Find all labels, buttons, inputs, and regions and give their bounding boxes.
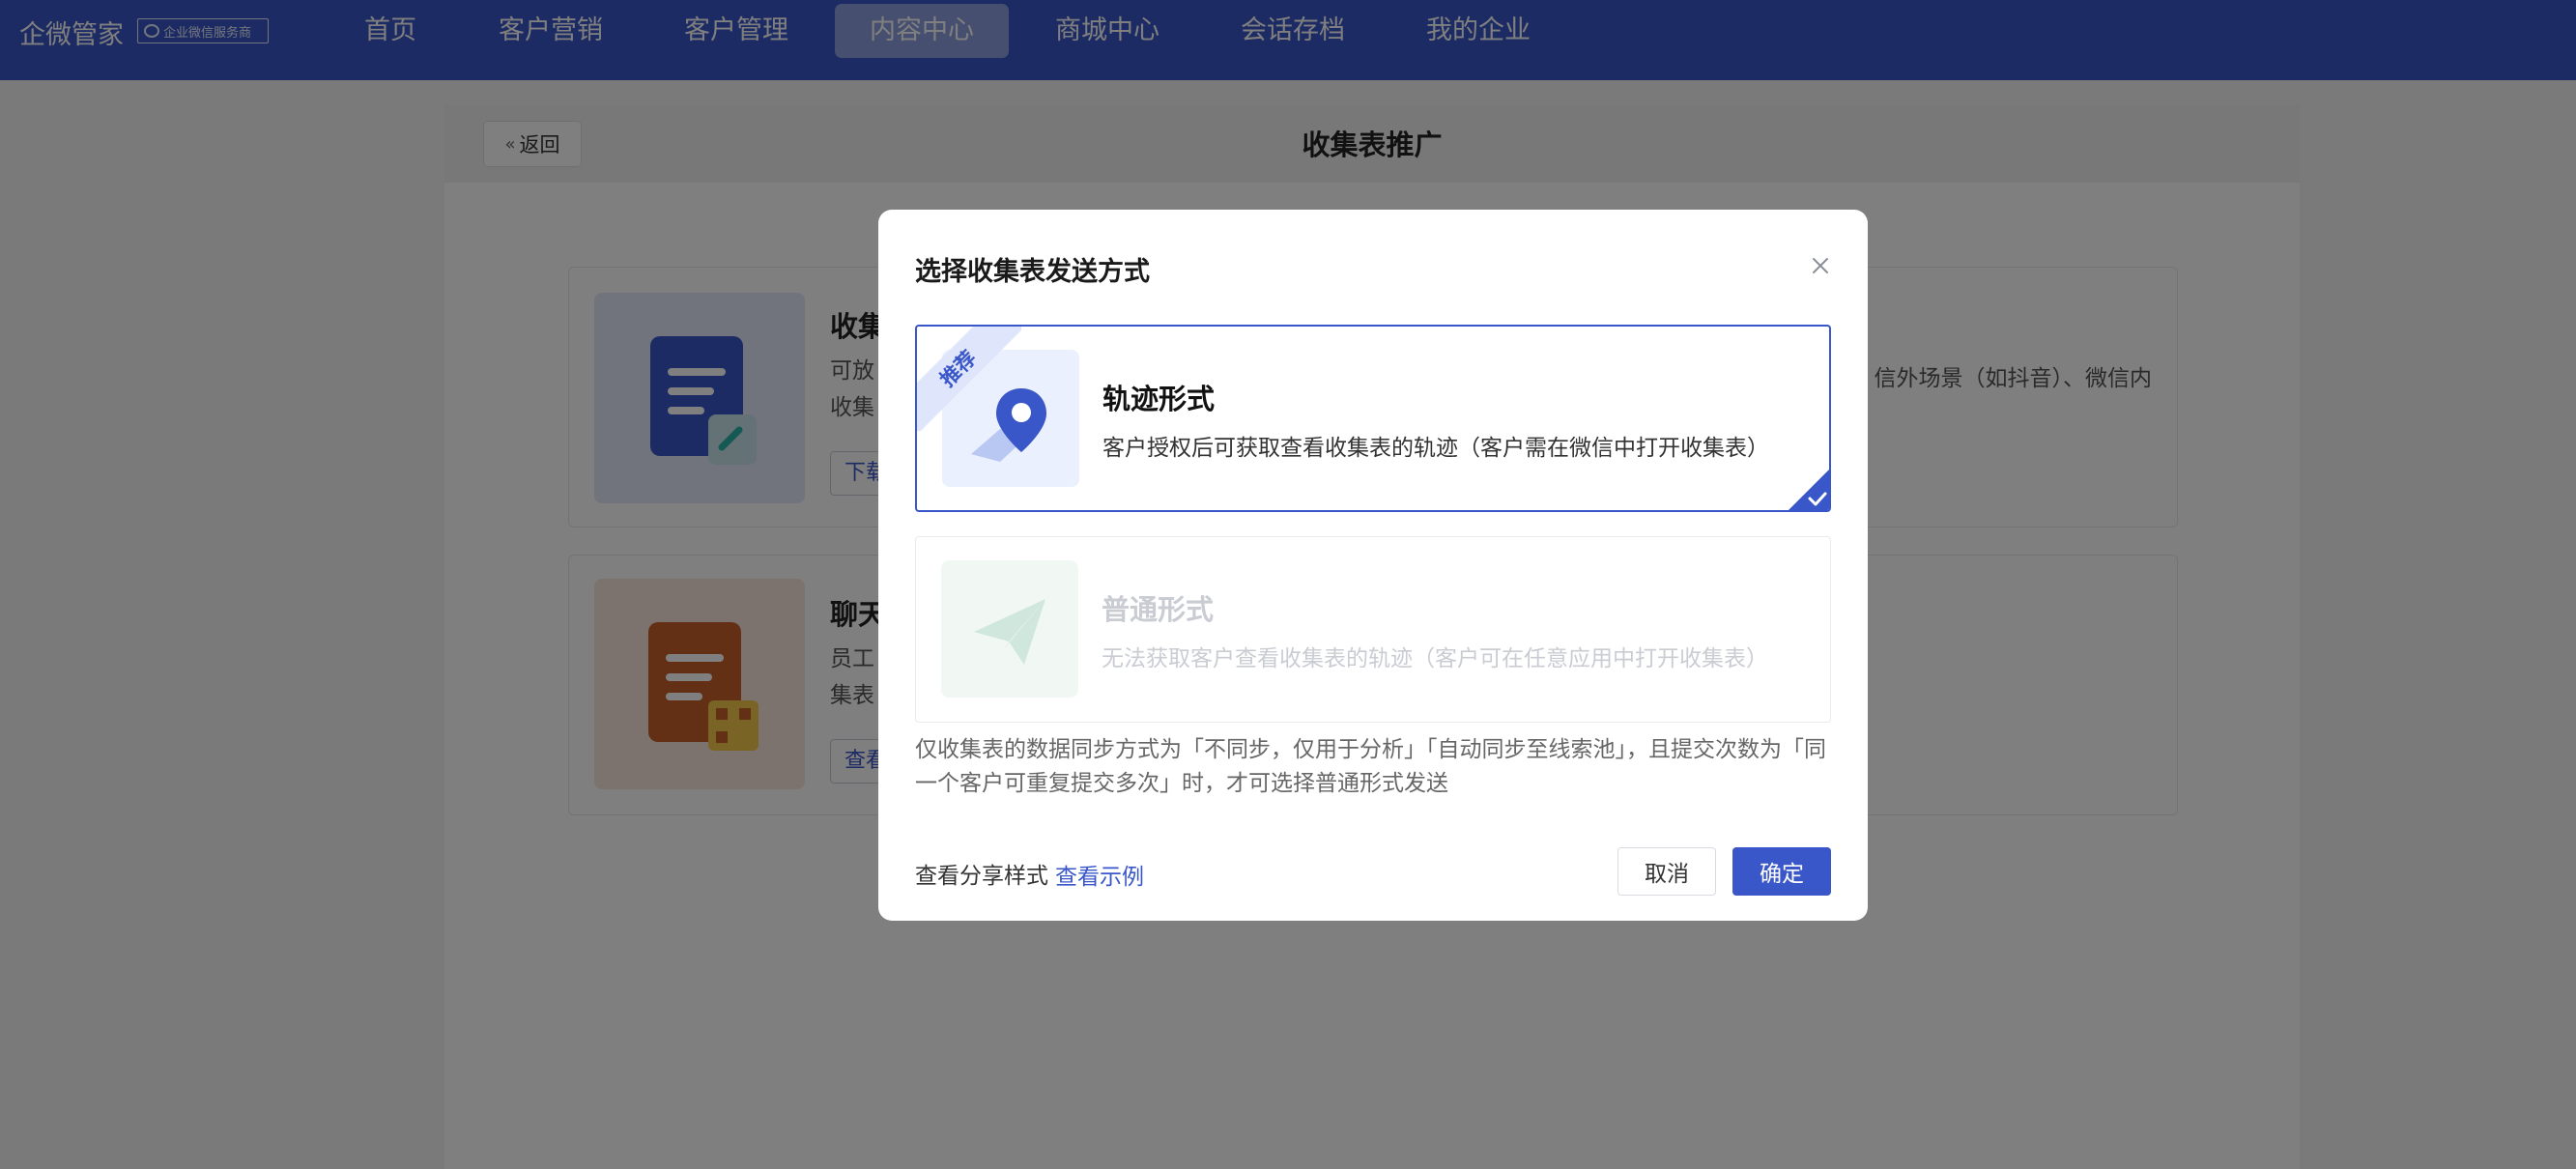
confirm-button[interactable]: 确定	[1732, 847, 1831, 896]
send-method-dialog: 选择收集表发送方式 推荐 轨迹形式 客户授权后可获取查看收集表的轨迹（客户需在微…	[878, 210, 1868, 921]
option-normal-form: 普通形式 无法获取客户查看收集表的轨迹（客户可在任意应用中打开收集表）	[915, 536, 1831, 723]
selected-check-icon	[1789, 470, 1829, 510]
thumbnail	[941, 560, 1078, 698]
option-title: 轨迹形式	[1102, 383, 1216, 415]
option-desc: 客户授权后可获取查看收集表的轨迹（客户需在微信中打开收集表）	[1102, 436, 1769, 461]
option-desc: 无法获取客户查看收集表的轨迹（客户可在任意应用中打开收集表）	[1102, 646, 1768, 671]
recommend-ribbon: 推荐	[917, 327, 1021, 431]
option-title: 普通形式	[1102, 593, 1215, 626]
cancel-button[interactable]: 取消	[1617, 847, 1716, 896]
view-example-link[interactable]: 查看示例	[1055, 858, 1144, 891]
close-icon[interactable]	[1809, 254, 1832, 277]
dialog-note: 仅收集表的数据同步方式为「不同步，仅用于分析」「自动同步至线索池」，且提交次数为…	[915, 737, 1826, 796]
ribbon-text: 推荐	[935, 346, 982, 392]
share-style-label: 查看分享样式	[915, 864, 1048, 889]
dialog-title: 选择收集表发送方式	[915, 257, 1150, 287]
paper-plane-icon	[974, 599, 1045, 665]
option-trajectory-form[interactable]: 推荐 轨迹形式 客户授权后可获取查看收集表的轨迹（客户需在微信中打开收集表）	[915, 325, 1831, 512]
